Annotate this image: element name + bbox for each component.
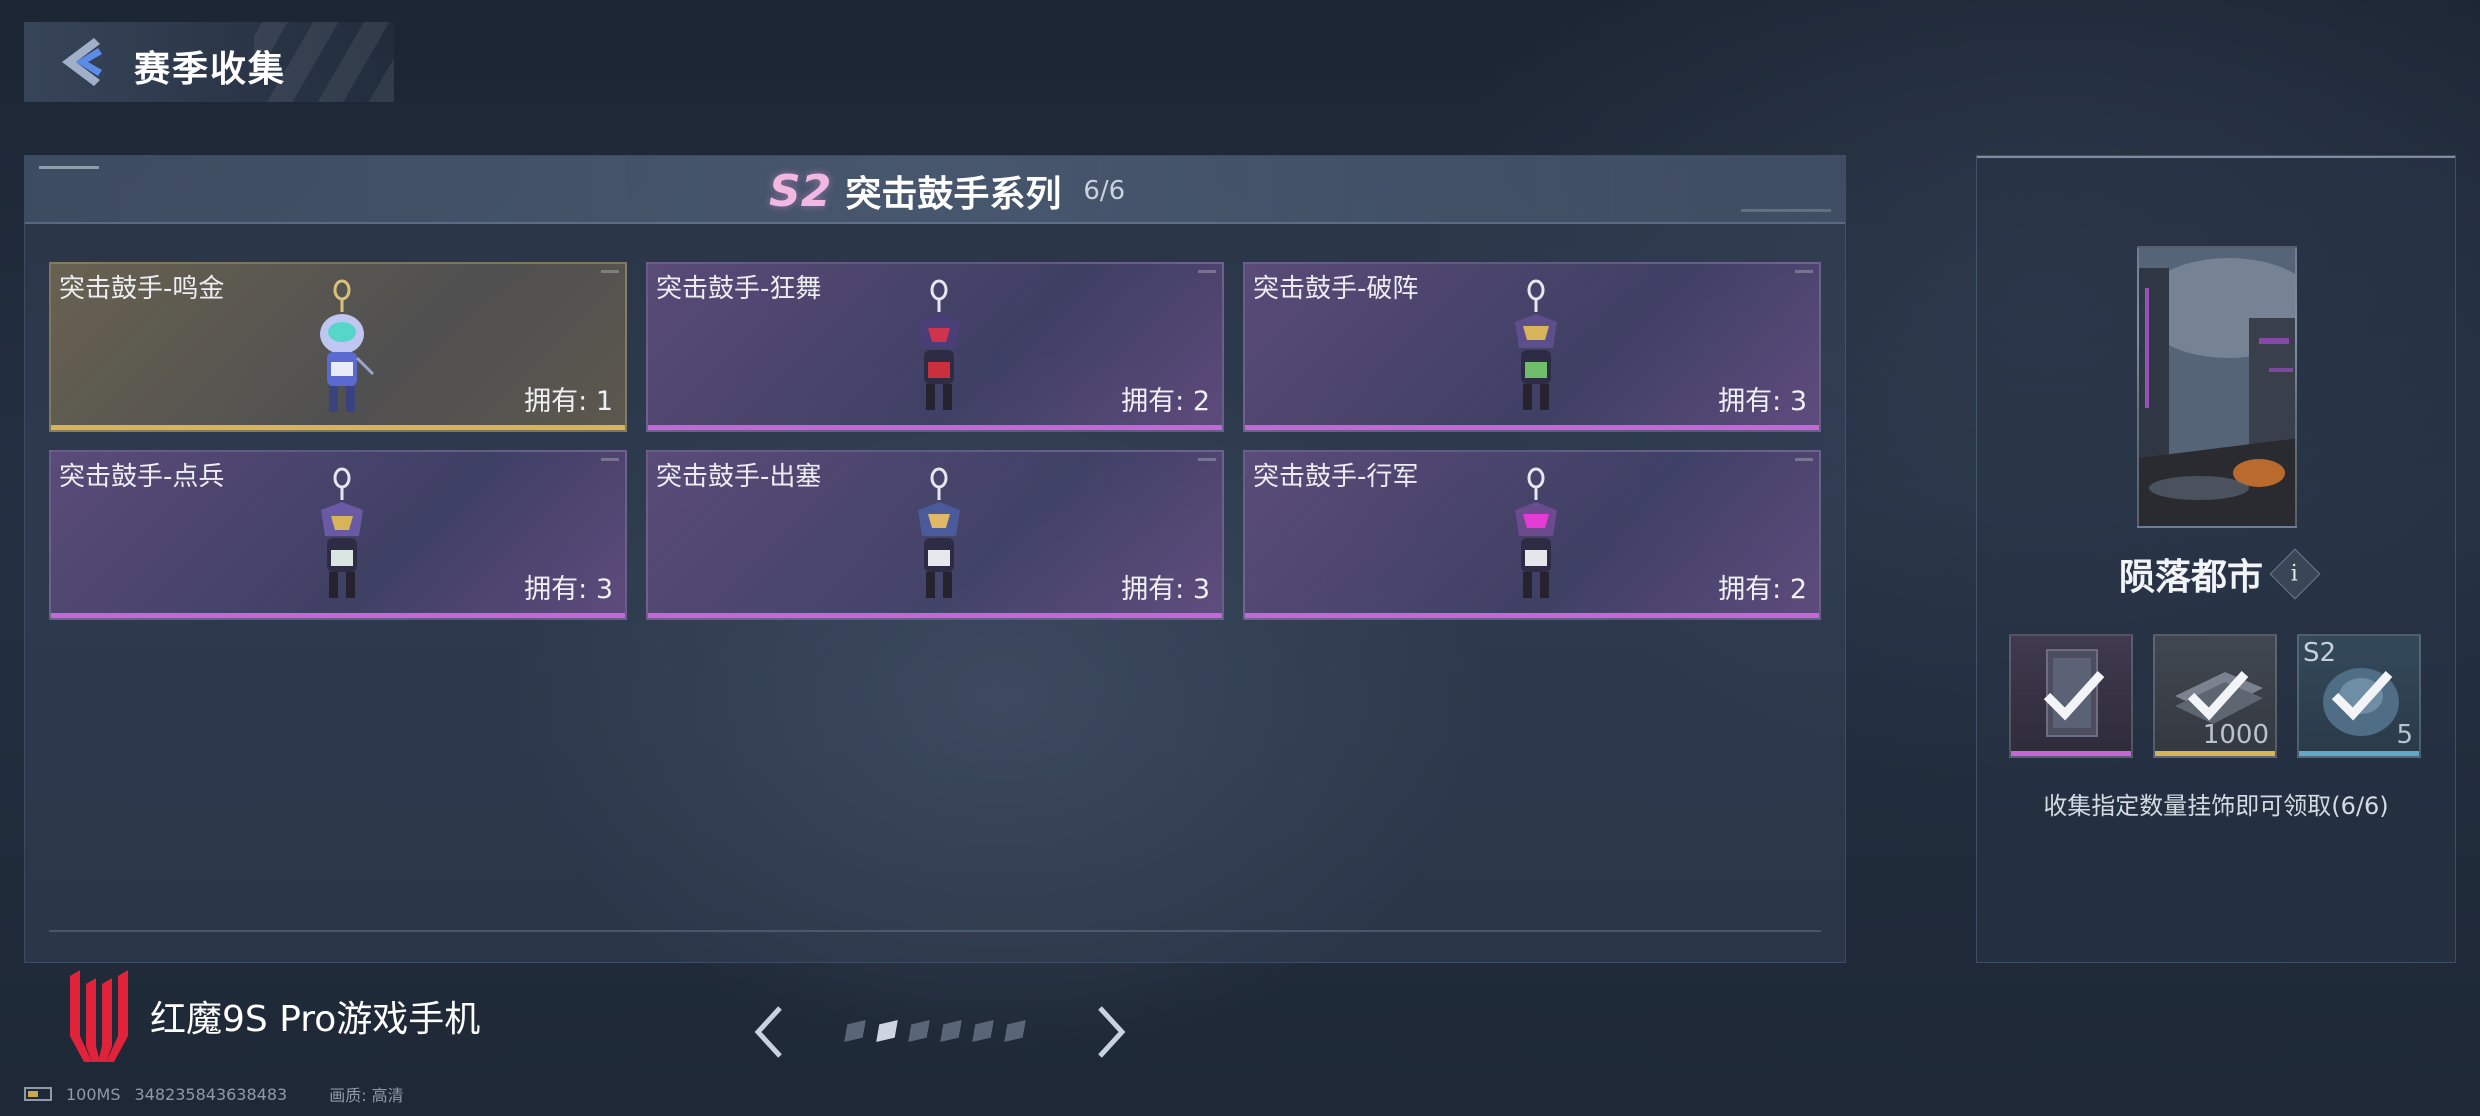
reward-panel: 陨落都市 i 1000 S2 5 收集指定数量挂饰即可领取(6/6) [1976,155,2456,963]
series-progress: 6/6 [1083,176,1126,206]
info-icon: i [2291,561,2299,587]
series-title: 突击鼓手系列 [845,174,1062,215]
page-dot[interactable] [908,1020,930,1042]
collection-panel: S2 突击鼓手系列 6/6 突击鼓手-鸣金 拥有: 1 突击鼓手-狂舞 拥有: … [24,155,1846,963]
page-dot[interactable] [972,1020,994,1042]
reward-panel-topline [1977,156,2455,158]
claimed-check-icon [2043,670,2105,721]
rarity-bar [51,425,625,430]
reward-items: 1000 S2 5 [2009,634,2421,758]
owned-count: 拥有: 2 [1121,386,1210,417]
reward-rarity-bar [2011,751,2131,756]
next-page-arrow-icon[interactable] [1090,1000,1130,1064]
owned-count: 拥有: 3 [524,574,613,605]
page-dot-current[interactable] [876,1020,898,1042]
info-button[interactable]: i [2269,548,2321,600]
rarity-bar [51,613,625,618]
drummer-charm-gold-icon [320,279,375,412]
status-bar: 100MS 348235843638483 画质: 高清 [24,1082,404,1106]
red-magic-logo-icon [70,970,128,1062]
item-name: 突击鼓手-点兵 [59,462,225,492]
item-name: 突击鼓手-鸣金 [59,274,225,304]
back-button[interactable] [54,34,110,90]
player-uid: 348235843638483 [134,1084,288,1104]
rarity-bar [648,613,1222,618]
drummer-charm-pink-icon [1515,467,1557,598]
owned-count: 拥有: 1 [524,386,613,417]
page-dot[interactable] [844,1020,866,1042]
reward-rarity-bar [2299,751,2419,756]
item-grid: 突击鼓手-鸣金 拥有: 1 突击鼓手-狂舞 拥有: 2 突击鼓手-破阵 拥有: … [49,262,1821,620]
drummer-charm-red-icon [918,279,960,410]
series-header: S2 突击鼓手系列 6/6 [25,156,1845,224]
drummer-charm-green-icon [1515,279,1557,410]
rarity-bar [1245,613,1819,618]
battery-icon [24,1087,52,1101]
page-dot[interactable] [1004,1020,1026,1042]
item-name: 突击鼓手-出塞 [656,462,822,492]
card-corner-deco [1198,458,1216,461]
item-card[interactable]: 突击鼓手-点兵 拥有: 3 [49,450,627,620]
back-arrow-icon [62,38,102,86]
item-card[interactable]: 突击鼓手-出塞 拥有: 3 [646,450,1224,620]
card-corner-deco [601,458,619,461]
owned-count: 拥有: 2 [1718,574,1807,605]
reward-quantity: 5 [2396,720,2413,750]
reward-card-frame[interactable] [2009,634,2133,758]
page-indicator [750,1000,1130,1064]
brand-watermark: 红魔9S Pro游戏手机 [62,966,480,1066]
scene-card-image[interactable] [2137,246,2297,528]
item-name: 突击鼓手-破阵 [1253,274,1419,304]
owned-count: 拥有: 3 [1718,386,1807,417]
series-heading: S2 突击鼓手系列 6/6 [769,165,1126,217]
fallen-city-artwork [2139,248,2295,526]
item-card[interactable]: 突击鼓手-破阵 拥有: 3 [1243,262,1821,432]
card-corner-deco [1198,270,1216,273]
card-corner-deco [1795,270,1813,273]
header-deco-right [1741,209,1831,212]
item-card[interactable]: 突击鼓手-鸣金 拥有: 1 [49,262,627,432]
drummer-charm-white-icon [321,467,363,598]
drummer-charm-silver-icon [918,467,960,598]
rarity-bar [648,425,1222,430]
item-name: 突击鼓手-狂舞 [656,274,822,304]
page-title: 赛季收集 [134,49,287,90]
reward-rarity-bar [2155,751,2275,756]
card-corner-deco [1795,458,1813,461]
claimed-check-icon [2331,670,2393,721]
page-dot[interactable] [940,1020,962,1042]
item-card[interactable]: 突击鼓手-行军 拥有: 2 [1243,450,1821,620]
rarity-bar [1245,425,1819,430]
season-badge: S2 [769,165,832,217]
owned-count: 拥有: 3 [1121,574,1210,605]
header-deco-left [39,166,99,169]
reward-s2-badge[interactable]: S2 5 [2297,634,2421,758]
reward-condition-note: 收集指定数量挂饰即可领取(6/6) [2043,792,2389,820]
top-bar: 赛季收集 [24,22,394,102]
prev-page-arrow-icon[interactable] [750,1000,790,1064]
panel-divider [49,930,1821,932]
item-card[interactable]: 突击鼓手-狂舞 拥有: 2 [646,262,1224,432]
quality-readout: 画质: 高清 [329,1086,404,1105]
ping-readout: 100MS [66,1084,121,1104]
reward-quantity: 1000 [2202,720,2269,750]
claimed-check-icon [2187,670,2249,721]
brand-text: 红魔9S Pro游戏手机 [150,999,481,1040]
reward-token-stack[interactable]: 1000 [2153,634,2277,758]
page-dots [846,1020,1024,1042]
item-name: 突击鼓手-行军 [1253,462,1419,492]
card-corner-deco [601,270,619,273]
scene-title: 陨落都市 [2118,557,2263,598]
scene-title-row: 陨落都市 i [1977,548,2455,600]
